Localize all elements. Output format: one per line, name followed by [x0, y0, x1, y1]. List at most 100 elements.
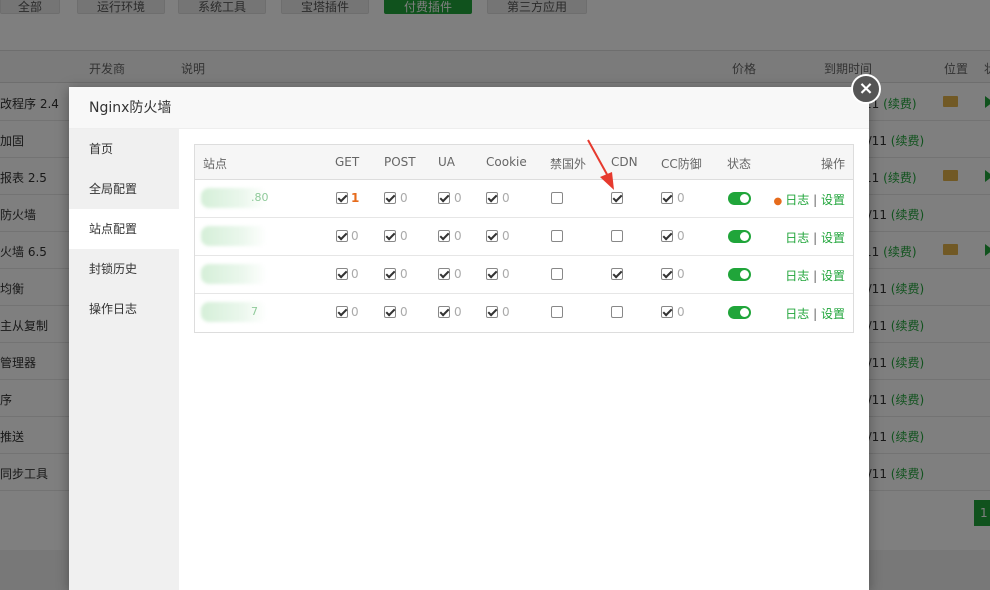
cdn-checkbox[interactable]	[611, 268, 623, 280]
menu-block-history[interactable]: 封锁历史	[69, 249, 179, 289]
get-count: 0	[351, 229, 359, 243]
cc-defense-checkbox[interactable]	[661, 268, 673, 280]
menu-global-config[interactable]: 全局配置	[69, 169, 179, 209]
ua-count: 0	[454, 191, 462, 205]
get-count: 1	[351, 191, 360, 205]
close-icon[interactable]: ×	[851, 74, 881, 104]
row-actions: 日志 | 设置	[785, 267, 845, 284]
site-name[interactable]: .80	[251, 191, 269, 204]
post-count: 0	[400, 191, 408, 205]
settings-link[interactable]: 设置	[821, 269, 845, 283]
status-toggle[interactable]	[728, 230, 751, 243]
post-checkbox[interactable]	[384, 192, 396, 204]
get-count: 0	[351, 305, 359, 319]
log-link[interactable]: 日志	[785, 193, 809, 207]
th-cc-defense: CC防御	[661, 157, 702, 171]
log-link[interactable]: 日志	[785, 307, 809, 321]
post-count: 0	[400, 229, 408, 243]
get-checkbox[interactable]	[336, 268, 348, 280]
site-name-blurred	[201, 226, 267, 246]
cdn-checkbox[interactable]	[611, 192, 623, 204]
th-post: POST	[384, 155, 416, 169]
settings-link[interactable]: 设置	[821, 307, 845, 321]
cookie-count: 0	[502, 305, 510, 319]
th-cdn: CDN	[611, 155, 638, 169]
status-toggle[interactable]	[728, 268, 751, 281]
site-rows: .80 1 0 0 0 0 ● 日志 | 设置 0 0 0 0 0 日志 | 设置 0 0 0 0 0 日志 | 设置…	[195, 180, 853, 332]
block-foreign-checkbox[interactable]	[551, 306, 563, 318]
post-checkbox[interactable]	[384, 230, 396, 242]
action-separator: |	[813, 231, 818, 245]
th-site: 站点	[203, 157, 228, 171]
action-separator: |	[813, 193, 818, 207]
menu-site-config[interactable]: 站点配置	[69, 209, 179, 249]
th-get: GET	[335, 155, 360, 169]
block-foreign-checkbox[interactable]	[551, 268, 563, 280]
ua-checkbox[interactable]	[438, 268, 450, 280]
site-row: 0 0 0 0 0 日志 | 设置	[195, 256, 853, 294]
cc-defense-checkbox[interactable]	[661, 306, 673, 318]
th-ua: UA	[438, 155, 455, 169]
ua-count: 0	[454, 267, 462, 281]
row-actions: 日志 | 设置	[785, 229, 845, 246]
log-link[interactable]: 日志	[785, 269, 809, 283]
get-count: 0	[351, 267, 359, 281]
settings-link[interactable]: 设置	[821, 193, 845, 207]
cookie-checkbox[interactable]	[486, 268, 498, 280]
nginx-firewall-dialog: Nginx防火墙 首页 全局配置 站点配置 封锁历史 操作日志 站点 GET P…	[69, 87, 869, 590]
cookie-count: 0	[502, 191, 510, 205]
cc-defense-count: 0	[677, 229, 685, 243]
ua-count: 0	[454, 305, 462, 319]
site-config-table: 站点 GET POST UA Cookie 禁国外 CDN CC防御 状态 操作…	[194, 144, 854, 333]
cookie-checkbox[interactable]	[486, 230, 498, 242]
th-status: 状态	[727, 157, 752, 171]
site-row: 0 0 0 0 0 日志 | 设置	[195, 218, 853, 256]
settings-link[interactable]: 设置	[821, 231, 845, 245]
row-actions: 日志 | 设置	[785, 305, 845, 322]
cc-defense-checkbox[interactable]	[661, 192, 673, 204]
cc-defense-count: 0	[677, 191, 685, 205]
table-header: 站点 GET POST UA Cookie 禁国外 CDN CC防御 状态 操作	[195, 145, 853, 180]
cookie-count: 0	[502, 267, 510, 281]
cc-defense-checkbox[interactable]	[661, 230, 673, 242]
cookie-count: 0	[502, 229, 510, 243]
cookie-checkbox[interactable]	[486, 306, 498, 318]
site-row: 7 0 0 0 0 0 日志 | 设置	[195, 294, 853, 332]
th-cookie: Cookie	[486, 155, 527, 169]
cdn-checkbox[interactable]	[611, 230, 623, 242]
block-foreign-checkbox[interactable]	[551, 192, 563, 204]
action-separator: |	[813, 307, 818, 321]
post-count: 0	[400, 305, 408, 319]
site-name-blurred	[201, 264, 267, 284]
cookie-checkbox[interactable]	[486, 192, 498, 204]
site-name[interactable]: 7	[251, 305, 258, 318]
menu-home[interactable]: 首页	[69, 129, 179, 169]
ua-checkbox[interactable]	[438, 230, 450, 242]
dialog-sidebar: 首页 全局配置 站点配置 封锁历史 操作日志	[69, 129, 179, 590]
ua-count: 0	[454, 229, 462, 243]
block-foreign-checkbox[interactable]	[551, 230, 563, 242]
post-checkbox[interactable]	[384, 268, 396, 280]
site-config-panel: 站点 GET POST UA Cookie 禁国外 CDN CC防御 状态 操作…	[179, 129, 869, 590]
get-checkbox[interactable]	[336, 192, 348, 204]
get-checkbox[interactable]	[336, 230, 348, 242]
cc-defense-count: 0	[677, 305, 685, 319]
ua-checkbox[interactable]	[438, 306, 450, 318]
cdn-checkbox[interactable]	[611, 306, 623, 318]
post-checkbox[interactable]	[384, 306, 396, 318]
post-count: 0	[400, 267, 408, 281]
get-checkbox[interactable]	[336, 306, 348, 318]
action-separator: |	[813, 269, 818, 283]
log-link[interactable]: 日志	[785, 231, 809, 245]
status-toggle[interactable]	[728, 306, 751, 319]
site-row: .80 1 0 0 0 0 ● 日志 | 设置	[195, 180, 853, 218]
alert-dot-icon: ●	[773, 196, 783, 207]
cc-defense-count: 0	[677, 267, 685, 281]
ua-checkbox[interactable]	[438, 192, 450, 204]
menu-operation-log[interactable]: 操作日志	[69, 289, 179, 329]
th-actions: 操作	[821, 157, 846, 171]
dialog-title: Nginx防火墙	[69, 87, 869, 129]
status-toggle[interactable]	[728, 192, 751, 205]
th-block-foreign: 禁国外	[550, 157, 587, 171]
row-actions: ● 日志 | 设置	[774, 191, 845, 208]
